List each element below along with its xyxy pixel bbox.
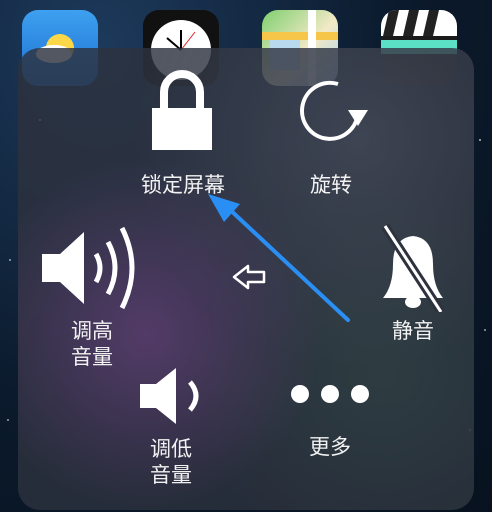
- annotation-arrow: [208, 194, 350, 322]
